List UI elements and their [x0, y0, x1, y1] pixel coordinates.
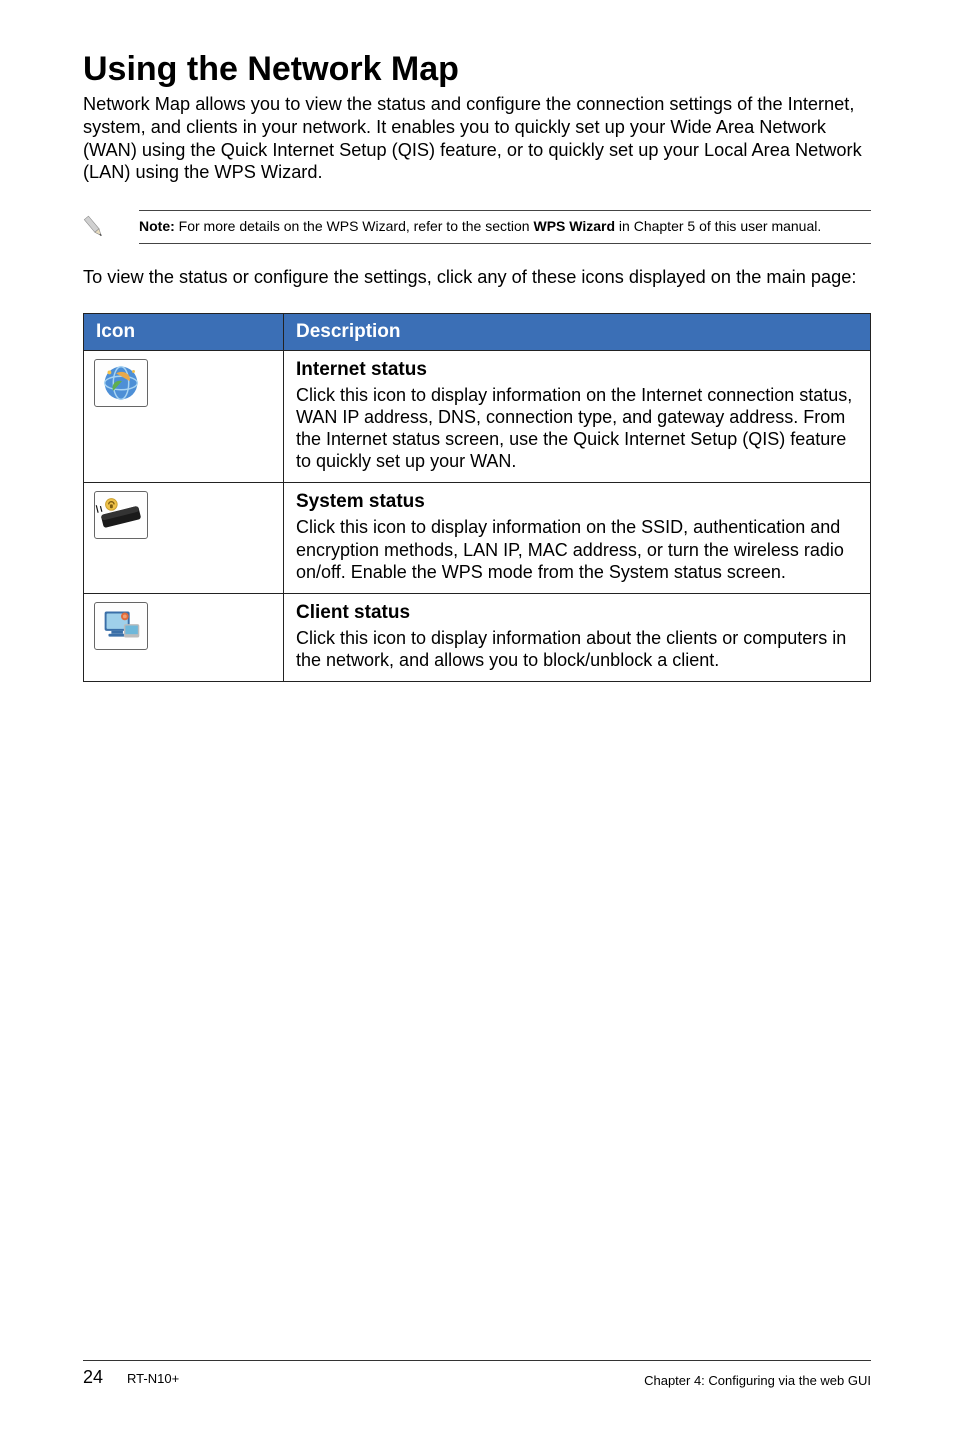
note-label: Note: [139, 218, 175, 234]
note-text-before: For more details on the WPS Wizard, refe… [175, 218, 534, 234]
lead-paragraph: To view the status or configure the sett… [83, 266, 871, 289]
icon-cell [84, 350, 284, 483]
pencil-icon [83, 212, 105, 242]
system-status-icon [94, 491, 148, 539]
description-cell: Client status Click this icon to display… [284, 593, 871, 681]
intro-paragraph: Network Map allows you to view the statu… [83, 93, 871, 184]
chapter-label: Chapter 4: Configuring via the web GUI [644, 1373, 871, 1388]
note-text-after: in Chapter 5 of this user manual. [615, 218, 821, 234]
table-header-icon: Icon [84, 313, 284, 350]
description-body: Click this icon to display information o… [296, 516, 858, 582]
description-cell: System status Click this icon to display… [284, 483, 871, 593]
table-row: Client status Click this icon to display… [84, 593, 871, 681]
table-row: System status Click this icon to display… [84, 483, 871, 593]
icon-cell [84, 593, 284, 681]
page-footer: 24 RT-N10+ Chapter 4: Configuring via th… [83, 1360, 871, 1388]
description-title: Client status [296, 602, 858, 624]
note-strong: WPS Wizard [533, 218, 615, 234]
product-name: RT-N10+ [127, 1371, 179, 1386]
table-header-description: Description [284, 313, 871, 350]
page-heading: Using the Network Map [83, 50, 871, 89]
footer-left: 24 RT-N10+ [83, 1367, 179, 1388]
description-title: Internet status [296, 359, 858, 381]
table-row: Internet status Click this icon to displ… [84, 350, 871, 483]
icon-cell [84, 483, 284, 593]
description-body: Click this icon to display information a… [296, 627, 858, 671]
internet-status-icon [94, 359, 148, 407]
description-cell: Internet status Click this icon to displ… [284, 350, 871, 483]
page-number: 24 [83, 1367, 103, 1388]
icons-table: Icon Description I [83, 313, 871, 682]
description-title: System status [296, 491, 858, 513]
client-status-icon [94, 602, 148, 650]
description-body: Click this icon to display information o… [296, 384, 858, 473]
note-box: Note: For more details on the WPS Wizard… [139, 210, 871, 244]
note-callout: Note: For more details on the WPS Wizard… [83, 210, 871, 244]
